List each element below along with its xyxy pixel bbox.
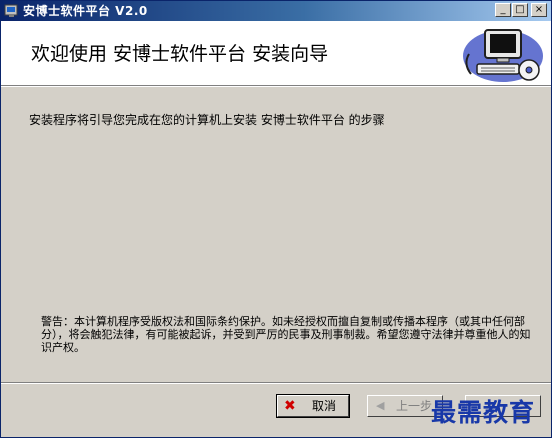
close-button[interactable]: × bbox=[531, 3, 547, 17]
copyright-warning: 警告：本计算机程序受版权法和国际条约保护。如未经授权而擅自复制或传播本程序（或其… bbox=[41, 315, 531, 354]
previous-label: 上一步 bbox=[396, 399, 433, 413]
close-icon: × bbox=[534, 4, 544, 15]
window-title: 安博士软件平台 V2.0 bbox=[23, 4, 148, 18]
wizard-header: 欢迎使用 安博士软件平台 安装向导 bbox=[1, 21, 551, 85]
maximize-button[interactable]: □ bbox=[512, 3, 528, 17]
left-arrow-icon: ◀ bbox=[376, 399, 385, 412]
installer-window: 安博士软件平台 V2.0 _ □ × 欢迎使用 安博士软件平台 安装向导 安装程… bbox=[0, 0, 552, 438]
intro-text: 安装程序将引导您完成在您的计算机上安装 安博士软件平台 的步骤 bbox=[29, 113, 385, 127]
cancel-label: 取消 bbox=[312, 399, 337, 413]
footer-divider bbox=[1, 382, 551, 384]
minimize-button[interactable]: _ bbox=[495, 3, 511, 17]
cancel-button[interactable]: ✖ 取消 bbox=[276, 394, 350, 418]
wizard-title: 欢迎使用 安博士软件平台 安装向导 bbox=[31, 43, 329, 65]
minimize-icon: _ bbox=[500, 4, 506, 15]
watermark-text: 最需教育 bbox=[431, 398, 536, 427]
computer-with-cd-icon bbox=[463, 29, 543, 82]
header-divider bbox=[1, 85, 551, 87]
title-bar[interactable]: 安博士软件平台 V2.0 _ □ × bbox=[1, 1, 551, 21]
red-x-icon: ✖ bbox=[284, 398, 296, 414]
maximize-icon: □ bbox=[515, 4, 525, 15]
app-icon bbox=[4, 4, 18, 17]
